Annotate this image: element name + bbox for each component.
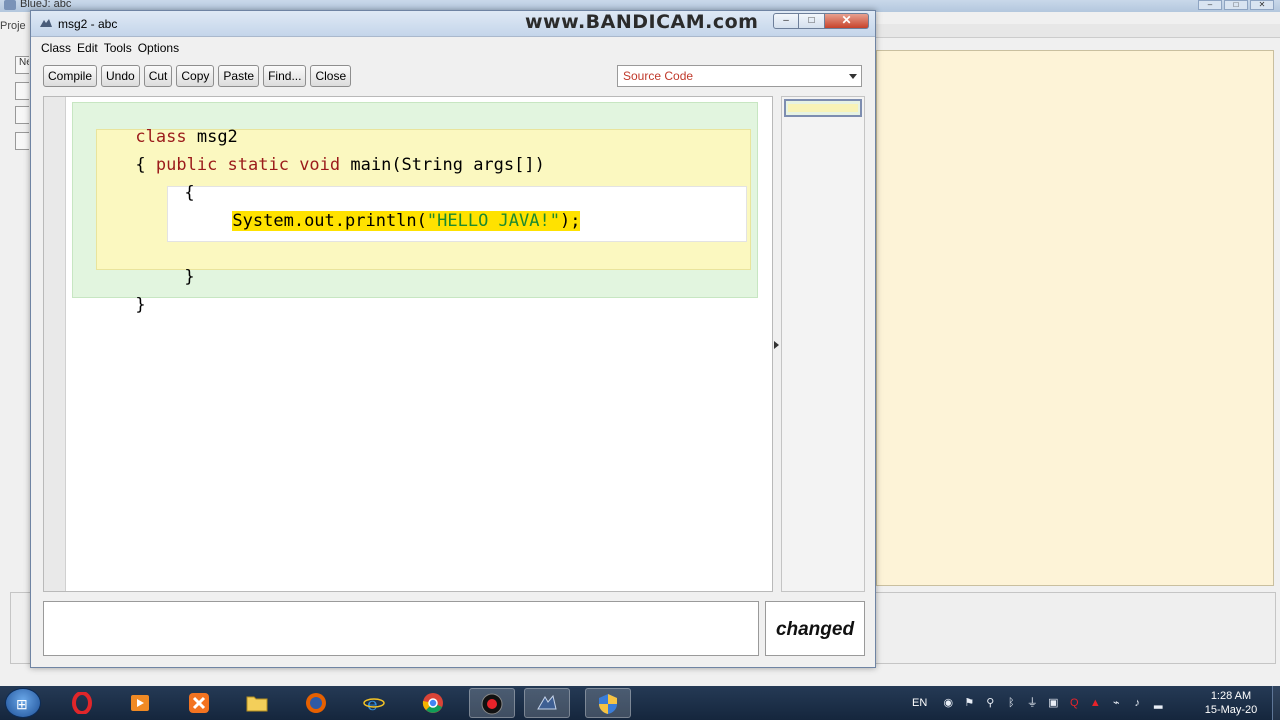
shield-icon	[599, 694, 617, 714]
volume-icon[interactable]: ♪	[1131, 697, 1143, 709]
taskbar-clock[interactable]: 1:28 AM 15-May-20	[1196, 689, 1266, 717]
taskbar-security-center[interactable]	[585, 688, 631, 718]
method-signature-token: main(String args[])	[340, 155, 545, 175]
bluej-side-button[interactable]	[15, 82, 29, 100]
bluej-class-diagram-panel	[876, 50, 1274, 586]
clock-time: 1:28 AM	[1210, 690, 1252, 702]
code-editor[interactable]: class msg2 { public static void main(Str…	[43, 96, 773, 592]
network-icon[interactable]: ⚲	[984, 697, 996, 709]
cut-button[interactable]: Cut	[143, 65, 173, 87]
compile-button[interactable]: Compile	[43, 65, 98, 87]
code-line-6[interactable]: }	[74, 275, 146, 335]
taskbar-firefox[interactable]	[294, 688, 340, 718]
taskbar: ⊞ e EN ◉ ⚑ ⚲ ᛒ ⏚ ▣ Q ▲ ⌁ ♪ ▂ 1:28 AM 15-…	[0, 686, 1280, 720]
editor-toolbar: Compile Undo Cut Copy Paste Find... Clos…	[43, 65, 352, 87]
editor-window-controls: – □ ✕	[773, 13, 869, 29]
bluej-editor-icon	[40, 19, 52, 27]
quick-heal-icon[interactable]: Q	[1068, 697, 1080, 709]
close-button[interactable]: Close	[310, 65, 352, 87]
menu-class[interactable]: Class	[41, 39, 71, 57]
flag-icon[interactable]: ⚑	[963, 697, 975, 709]
usb-icon[interactable]: ⏚	[1026, 697, 1038, 709]
firefox-icon	[306, 693, 326, 713]
internet-explorer-icon: e	[363, 694, 385, 714]
bluej-new-class-button[interactable]: Ne	[15, 56, 29, 74]
record-icon[interactable]: ◉	[942, 697, 954, 709]
bluej-bird-icon	[537, 694, 557, 710]
nav-view-panel[interactable]	[781, 96, 865, 592]
taskbar-chrome[interactable]	[411, 688, 457, 718]
nav-view-thumbnail	[788, 104, 858, 112]
signal-icon[interactable]: ▂	[1152, 697, 1164, 709]
bluej-maximize-button[interactable]: □	[1224, 0, 1248, 10]
bandicam-watermark: www.BANDICAM.com	[525, 11, 759, 33]
chrome-icon	[422, 693, 443, 713]
taskbar-xampp[interactable]	[177, 688, 223, 718]
undo-button[interactable]: Undo	[101, 65, 140, 87]
editor-title: msg2 - abc	[58, 17, 118, 31]
clock-date: 15-May-20	[1204, 704, 1258, 716]
power-icon[interactable]: ⌁	[1110, 697, 1122, 709]
selected-code[interactable]: System.out.println("HELLO JAVA!");	[232, 211, 581, 231]
bluej-minimize-button[interactable]: –	[1198, 0, 1222, 10]
svg-text:e: e	[367, 694, 378, 714]
xampp-icon	[189, 693, 209, 713]
brace-token: }	[184, 267, 195, 287]
taskbar-internet-explorer[interactable]: e	[352, 688, 398, 718]
start-button[interactable]: ⊞	[5, 688, 41, 718]
nav-view-viewport[interactable]	[784, 99, 862, 117]
brace-token: }	[135, 295, 146, 315]
system-tray: EN ◉ ⚑ ⚲ ᛒ ⏚ ▣ Q ▲ ⌁ ♪ ▂	[912, 686, 1164, 720]
status-label: changed	[765, 601, 865, 656]
show-desktop-button[interactable]	[1272, 686, 1280, 720]
copy-button[interactable]: Copy	[176, 65, 215, 87]
statement-token: System.out.println(	[232, 211, 427, 231]
app-tray-icon[interactable]: ▣	[1047, 697, 1059, 709]
bluej-main-window-controls: – □ ✕	[1198, 0, 1274, 10]
bluetooth-icon[interactable]: ᛒ	[1005, 697, 1017, 709]
editor-window: msg2 - abc www.BANDICAM.com – □ ✕ Class …	[30, 10, 876, 668]
taskbar-bluej[interactable]	[524, 688, 570, 718]
windows-logo-icon: ⊞	[16, 696, 28, 712]
taskbar-bandicam[interactable]	[469, 688, 515, 718]
collapse-navview-arrow-icon[interactable]	[774, 341, 779, 349]
maximize-button[interactable]: □	[799, 13, 825, 29]
taskbar-media-player[interactable]	[118, 688, 164, 718]
folder-icon	[246, 696, 268, 712]
adobe-icon[interactable]: ▲	[1089, 697, 1101, 709]
bluej-main-title: BlueJ: abc	[20, 0, 72, 10]
taskbar-opera[interactable]	[60, 688, 106, 718]
bandicam-record-icon	[481, 693, 503, 715]
string-literal-token: "HELLO JAVA!"	[426, 211, 560, 231]
statement-end-token: );	[559, 211, 581, 231]
code-line-4[interactable]: System.out.println("HELLO JAVA!");	[171, 191, 581, 251]
opera-icon	[72, 692, 92, 714]
menu-tools[interactable]: Tools	[104, 39, 132, 57]
find-button[interactable]: Find...	[263, 65, 307, 87]
media-player-icon	[131, 695, 149, 711]
line-gutter[interactable]	[44, 97, 66, 591]
minimize-button[interactable]: –	[773, 13, 799, 29]
bluej-toolbar-strip	[876, 24, 1280, 38]
taskbar-file-explorer[interactable]	[235, 688, 281, 718]
message-area	[43, 601, 759, 656]
menu-options[interactable]: Options	[138, 39, 179, 57]
view-mode-select[interactable]: Source Code	[617, 65, 862, 87]
bluej-side-button[interactable]	[15, 132, 29, 150]
language-indicator[interactable]: EN	[912, 697, 927, 709]
menu-edit[interactable]: Edit	[77, 39, 98, 57]
chevron-down-icon	[849, 74, 857, 79]
paste-button[interactable]: Paste	[218, 65, 260, 87]
bluej-side-button[interactable]	[15, 106, 29, 124]
bluej-close-button[interactable]: ✕	[1250, 0, 1274, 10]
bluej-main-menu-project[interactable]: Proje	[0, 20, 26, 32]
bluej-app-icon	[4, 0, 16, 10]
view-mode-selected: Source Code	[623, 69, 694, 83]
editor-menubar: Class Edit Tools Options	[31, 39, 179, 57]
editor-titlebar: msg2 - abc www.BANDICAM.com – □ ✕	[31, 11, 875, 37]
close-window-button[interactable]: ✕	[825, 13, 869, 29]
